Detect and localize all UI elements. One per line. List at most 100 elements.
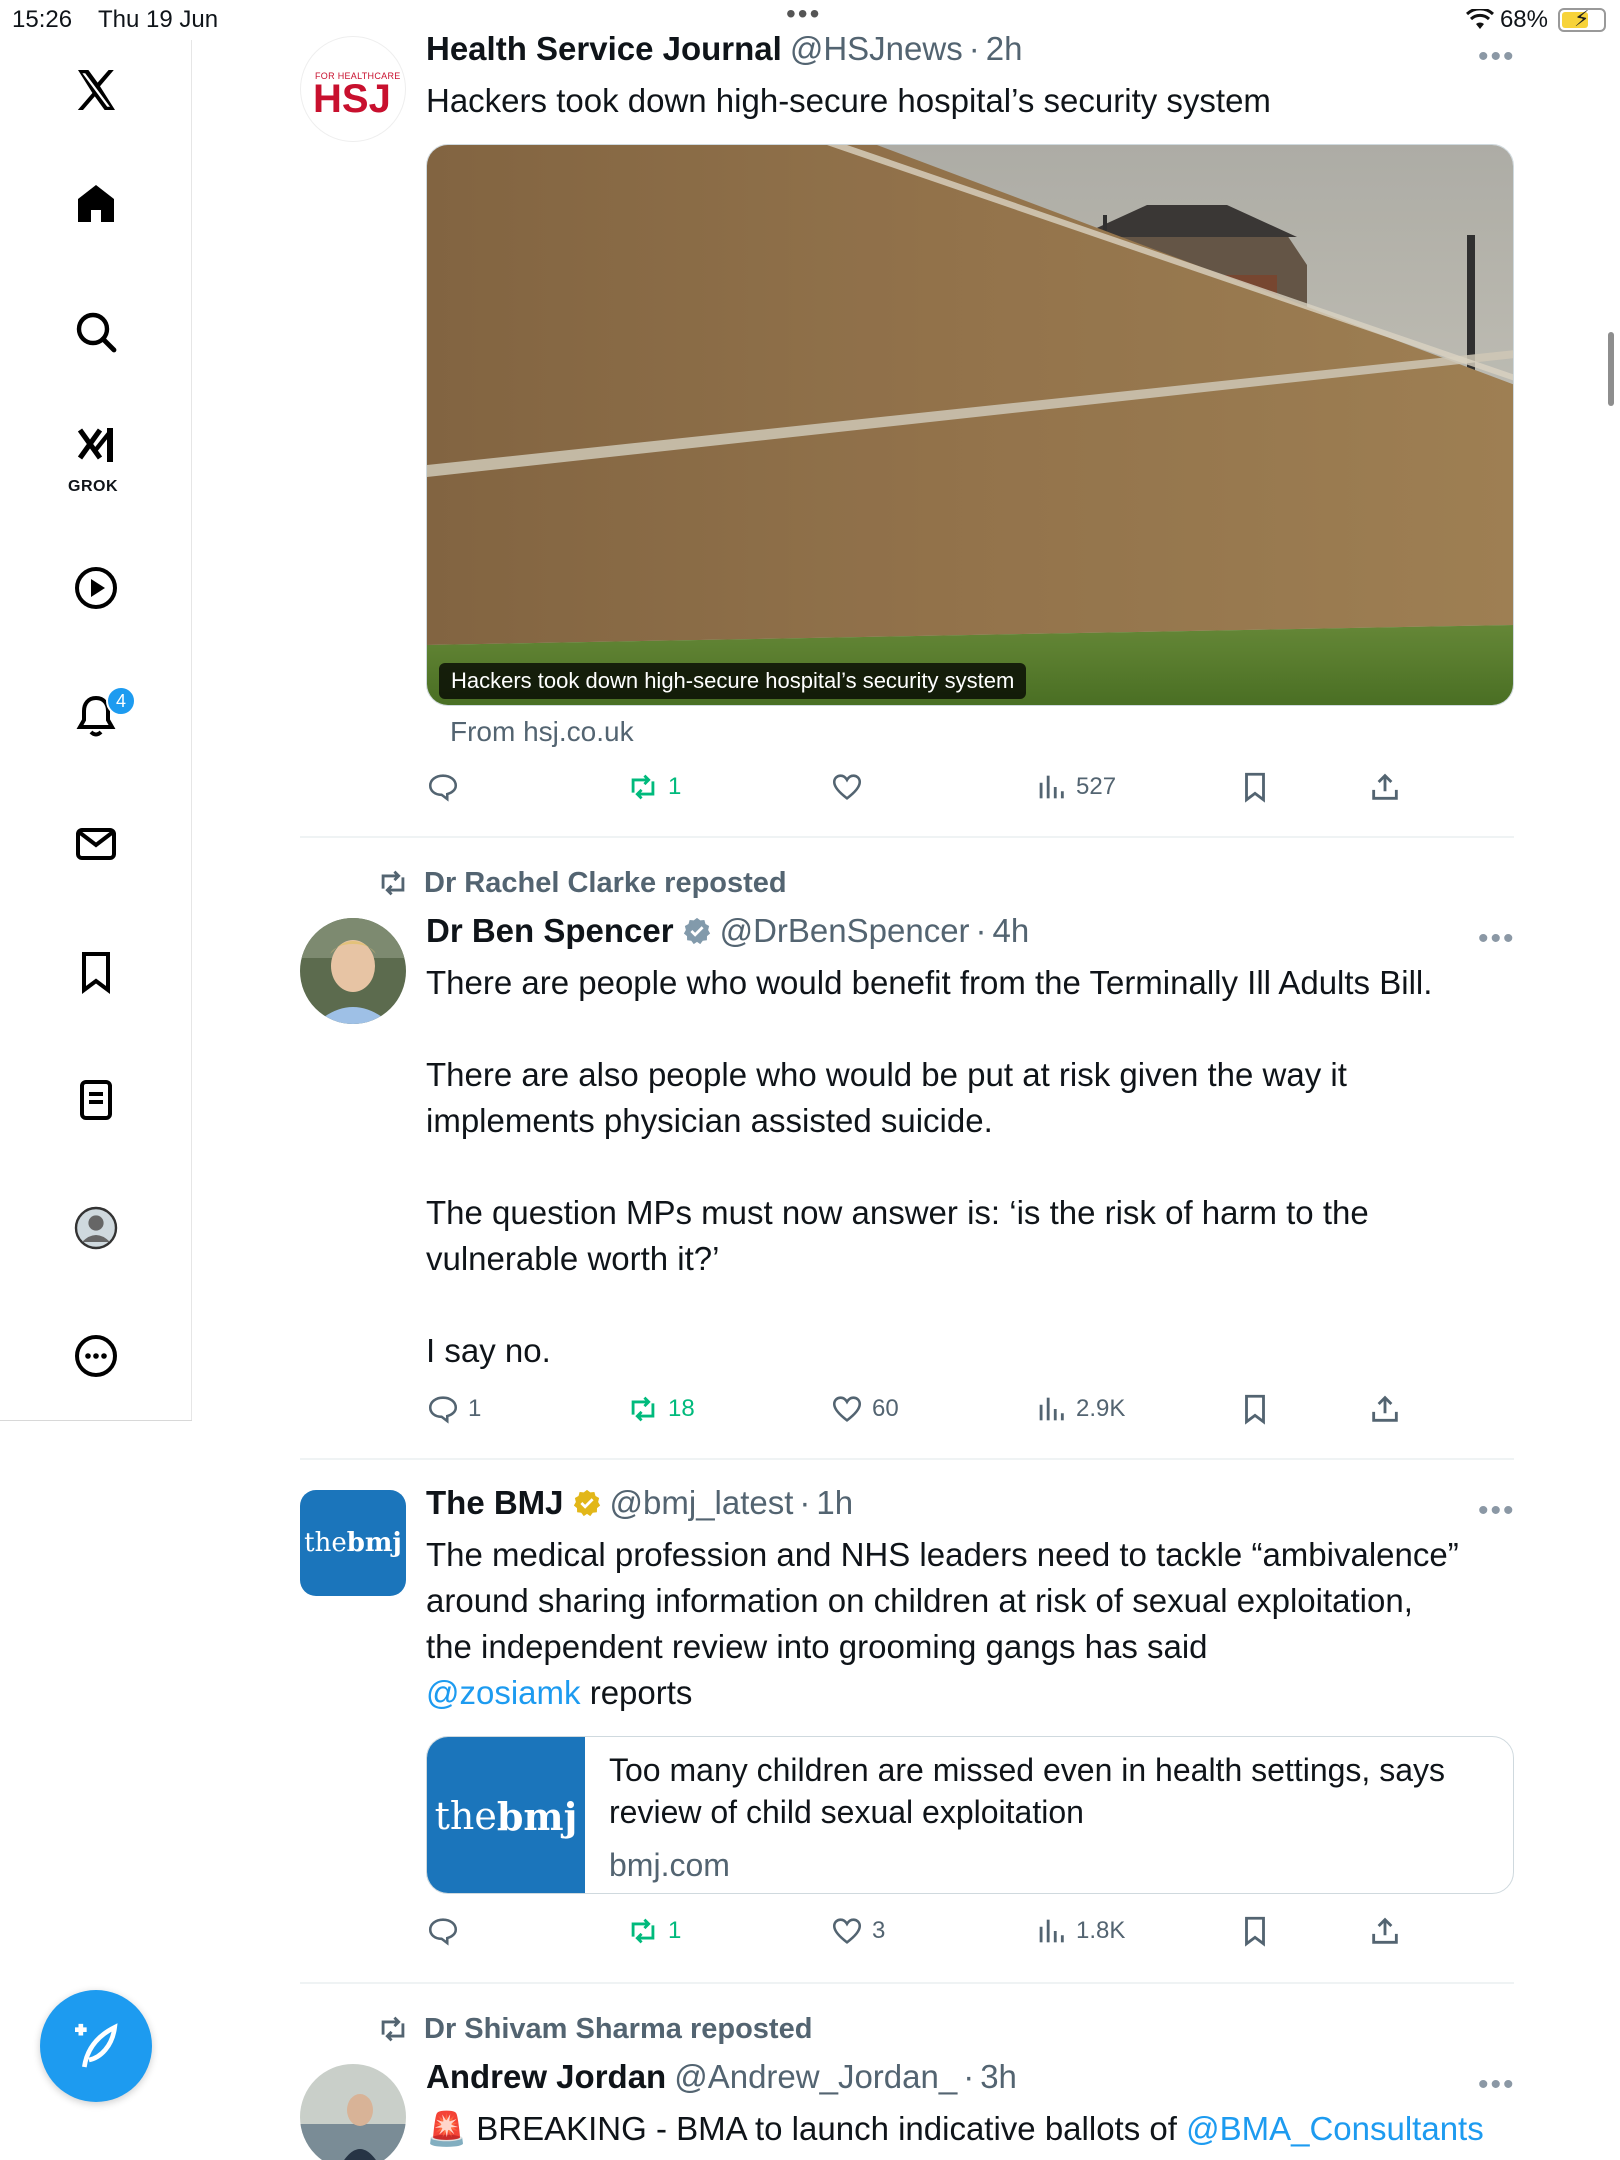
bmj-avatar[interactable]: the bmj <box>300 1490 406 1596</box>
views-count: 1.8K <box>1076 1917 1126 1944</box>
grok-label: GROK <box>68 478 118 495</box>
hsj-avatar[interactable]: FOR HEALTHCARE LEADERS HSJ <box>300 36 406 142</box>
tweet-time[interactable]: 3h <box>980 2058 1017 2096</box>
tweet-header: Dr Ben Spencer @DrBenSpencer · 4h <box>426 912 1030 950</box>
andrew-jordan-avatar[interactable] <box>300 2064 406 2160</box>
tweet-text: Hackers took down high-secure hospital’s… <box>426 82 1271 119</box>
tweet-actions: 1 18 60 2.9K <box>426 1392 1426 1432</box>
share-button[interactable] <box>1368 770 1402 804</box>
tweet-text: There are people who would benefit from … <box>426 964 1433 1369</box>
repost-icon <box>631 1396 655 1422</box>
verified-grey-badge-icon <box>683 917 710 945</box>
wifi-icon <box>1465 9 1494 29</box>
reply-icon <box>428 1396 458 1424</box>
views-button[interactable]: 1.8K <box>1034 1914 1125 1948</box>
messages-envelope-icon[interactable] <box>60 808 132 880</box>
status-time: 15:26 <box>12 6 73 33</box>
status-date: Thu 19 Jun <box>98 6 219 33</box>
tweet-actions: 1 3 1.8K <box>426 1914 1426 1954</box>
views-button[interactable]: 527 <box>1034 770 1116 804</box>
views-chart-icon <box>1039 1919 1064 1943</box>
share-icon <box>1372 773 1398 800</box>
author-name[interactable]: The BMJ <box>426 1484 564 1522</box>
repost-indicator-icon <box>381 870 405 896</box>
repost-icon <box>631 774 655 800</box>
verified-gold-badge-icon <box>573 1489 600 1517</box>
author-handle[interactable]: @Andrew_Jordan_ <box>674 2058 957 2096</box>
reply-button[interactable]: 1 <box>426 1392 481 1426</box>
repost-button[interactable]: 18 <box>626 1392 695 1426</box>
author-name[interactable]: Dr Ben Spencer <box>426 912 674 950</box>
compose-feather-icon <box>75 2023 118 2068</box>
heart-icon <box>832 774 862 800</box>
media-caption: Hackers took down high-secure hospital’s… <box>439 663 1027 699</box>
bookmark-button[interactable] <box>1238 1914 1272 1948</box>
search-icon[interactable] <box>60 296 132 368</box>
tweet-more-icon[interactable]: ••• <box>1478 1496 1516 1526</box>
profile-avatar-icon[interactable] <box>60 1192 132 1264</box>
mention-link[interactable]: @BMA_Consultants <box>1186 2110 1484 2147</box>
repost-icon <box>631 1918 655 1944</box>
mention-link[interactable]: @zosiamk <box>426 1674 581 1711</box>
views-count: 2.9K <box>1076 1395 1126 1422</box>
home-icon[interactable] <box>60 168 132 240</box>
tweet-divider <box>300 1982 1514 1984</box>
like-count: 60 <box>872 1395 899 1422</box>
author-handle[interactable]: @HSJnews <box>790 30 963 68</box>
prison-wall-photo <box>427 145 1513 705</box>
reply-button[interactable] <box>426 1914 468 1948</box>
like-button[interactable] <box>830 770 872 804</box>
share-button[interactable] <box>1368 1392 1402 1426</box>
bookmark-button[interactable] <box>1238 1392 1272 1426</box>
hsj-logo-text: HSJ <box>313 77 391 121</box>
tweet-more-icon[interactable]: ••• <box>1478 42 1516 72</box>
bookmark-button[interactable] <box>1238 770 1272 804</box>
tweet-text: 🚨 BREAKING - BMA to launch indicative ba… <box>426 2110 1484 2147</box>
bookmark-icon <box>1245 1916 1265 1947</box>
tweet-more-icon[interactable]: ••• <box>1478 924 1516 954</box>
share-button[interactable] <box>1368 1914 1402 1948</box>
multitasking-dots-icon[interactable]: ••• <box>786 0 821 28</box>
tweet-time[interactable]: 2h <box>986 30 1023 68</box>
link-card-title: Too many children are missed even in hea… <box>609 1752 1445 1830</box>
tweet-divider <box>300 1458 1514 1460</box>
repost-indicator[interactable]: Dr Rachel Clarke reposted <box>376 866 787 900</box>
lists-icon[interactable] <box>60 1064 132 1136</box>
more-options-icon[interactable] <box>60 1320 132 1392</box>
repost-button[interactable]: 1 <box>626 770 681 804</box>
compose-post-button[interactable] <box>40 1990 152 2102</box>
link-card[interactable]: the bmj Too many children are missed even… <box>426 1736 1514 1894</box>
scrollbar[interactable] <box>1608 332 1614 406</box>
repost-button[interactable]: 1 <box>626 1914 681 1948</box>
link-source[interactable]: From hsj.co.uk <box>450 716 634 748</box>
tweet-text-mention-line: @zosiamk reports <box>426 1674 693 1711</box>
notification-count-badge: 4 <box>106 686 136 716</box>
like-button[interactable]: 3 <box>830 1914 885 1948</box>
tweet-time[interactable]: 1h <box>816 1484 853 1522</box>
link-preview-image[interactable]: Hackers took down high-secure hospital’s… <box>426 144 1514 706</box>
like-button[interactable]: 60 <box>830 1392 899 1426</box>
author-name[interactable]: Health Service Journal <box>426 30 782 68</box>
reply-count: 1 <box>468 1395 482 1422</box>
bookmarks-icon[interactable] <box>60 936 132 1008</box>
tweet-more-icon[interactable]: ••• <box>1478 2070 1516 2100</box>
x-logo-icon[interactable] <box>60 54 132 126</box>
grok-icon[interactable] <box>60 410 132 482</box>
repost-indicator[interactable]: Dr Shivam Sharma reposted <box>376 2012 812 2046</box>
tweet-header: Health Service Journal @HSJnews · 2h <box>426 30 1023 68</box>
reply-button[interactable] <box>426 770 468 804</box>
video-icon[interactable] <box>60 552 132 624</box>
author-handle[interactable]: @DrBenSpencer <box>720 912 970 950</box>
views-button[interactable]: 2.9K <box>1034 1392 1125 1426</box>
repost-count: 1 <box>668 773 682 800</box>
author-name[interactable]: Andrew Jordan <box>426 2058 666 2096</box>
repost-count: 1 <box>668 1917 682 1944</box>
author-handle[interactable]: @bmj_latest <box>610 1484 794 1522</box>
views-chart-icon <box>1039 775 1064 799</box>
heart-icon <box>832 1918 862 1944</box>
ben-spencer-avatar[interactable] <box>300 918 406 1024</box>
tweet-header: The BMJ @bmj_latest · 1h <box>426 1484 854 1522</box>
tweet-time[interactable]: 4h <box>993 912 1030 950</box>
link-card-domain: bmj.com <box>609 1847 730 1883</box>
heart-icon <box>832 1396 862 1422</box>
